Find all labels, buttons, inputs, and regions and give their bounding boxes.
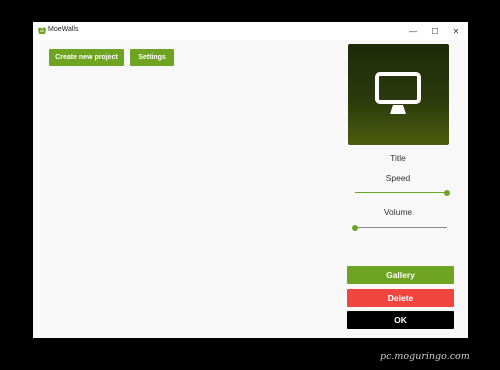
- monitor-icon: [375, 72, 421, 114]
- speed-slider-thumb[interactable]: [444, 190, 450, 196]
- delete-button[interactable]: Delete: [347, 289, 454, 307]
- gallery-button[interactable]: Gallery: [347, 266, 454, 284]
- title-bar: MoeWalls — ☐ ✕: [33, 22, 468, 40]
- close-button[interactable]: ✕: [444, 22, 468, 40]
- speed-slider[interactable]: [355, 189, 450, 197]
- minimize-icon: —: [409, 26, 417, 36]
- minimize-button[interactable]: —: [401, 22, 425, 40]
- volume-slider-track: [355, 227, 447, 228]
- title-label: Title: [390, 153, 406, 163]
- speed-slider-fill: [355, 192, 447, 193]
- moewalls-logo-icon: [38, 27, 46, 34]
- close-icon: ✕: [452, 26, 460, 36]
- speed-label: Speed: [385, 173, 411, 183]
- window-title: MoeWalls: [48, 26, 79, 33]
- volume-slider[interactable]: [352, 224, 447, 232]
- create-new-project-button[interactable]: Create new project: [49, 49, 124, 66]
- settings-button[interactable]: Settings: [130, 49, 174, 66]
- app-window: MoeWalls — ☐ ✕ Create new project Settin…: [33, 22, 468, 338]
- volume-slider-thumb[interactable]: [352, 225, 358, 231]
- ok-button[interactable]: OK: [347, 311, 454, 329]
- maximize-icon: ☐: [431, 26, 439, 36]
- volume-label: Volume: [383, 207, 413, 217]
- watermark: pc.moguringo.com: [380, 351, 470, 362]
- wallpaper-preview[interactable]: [348, 44, 449, 145]
